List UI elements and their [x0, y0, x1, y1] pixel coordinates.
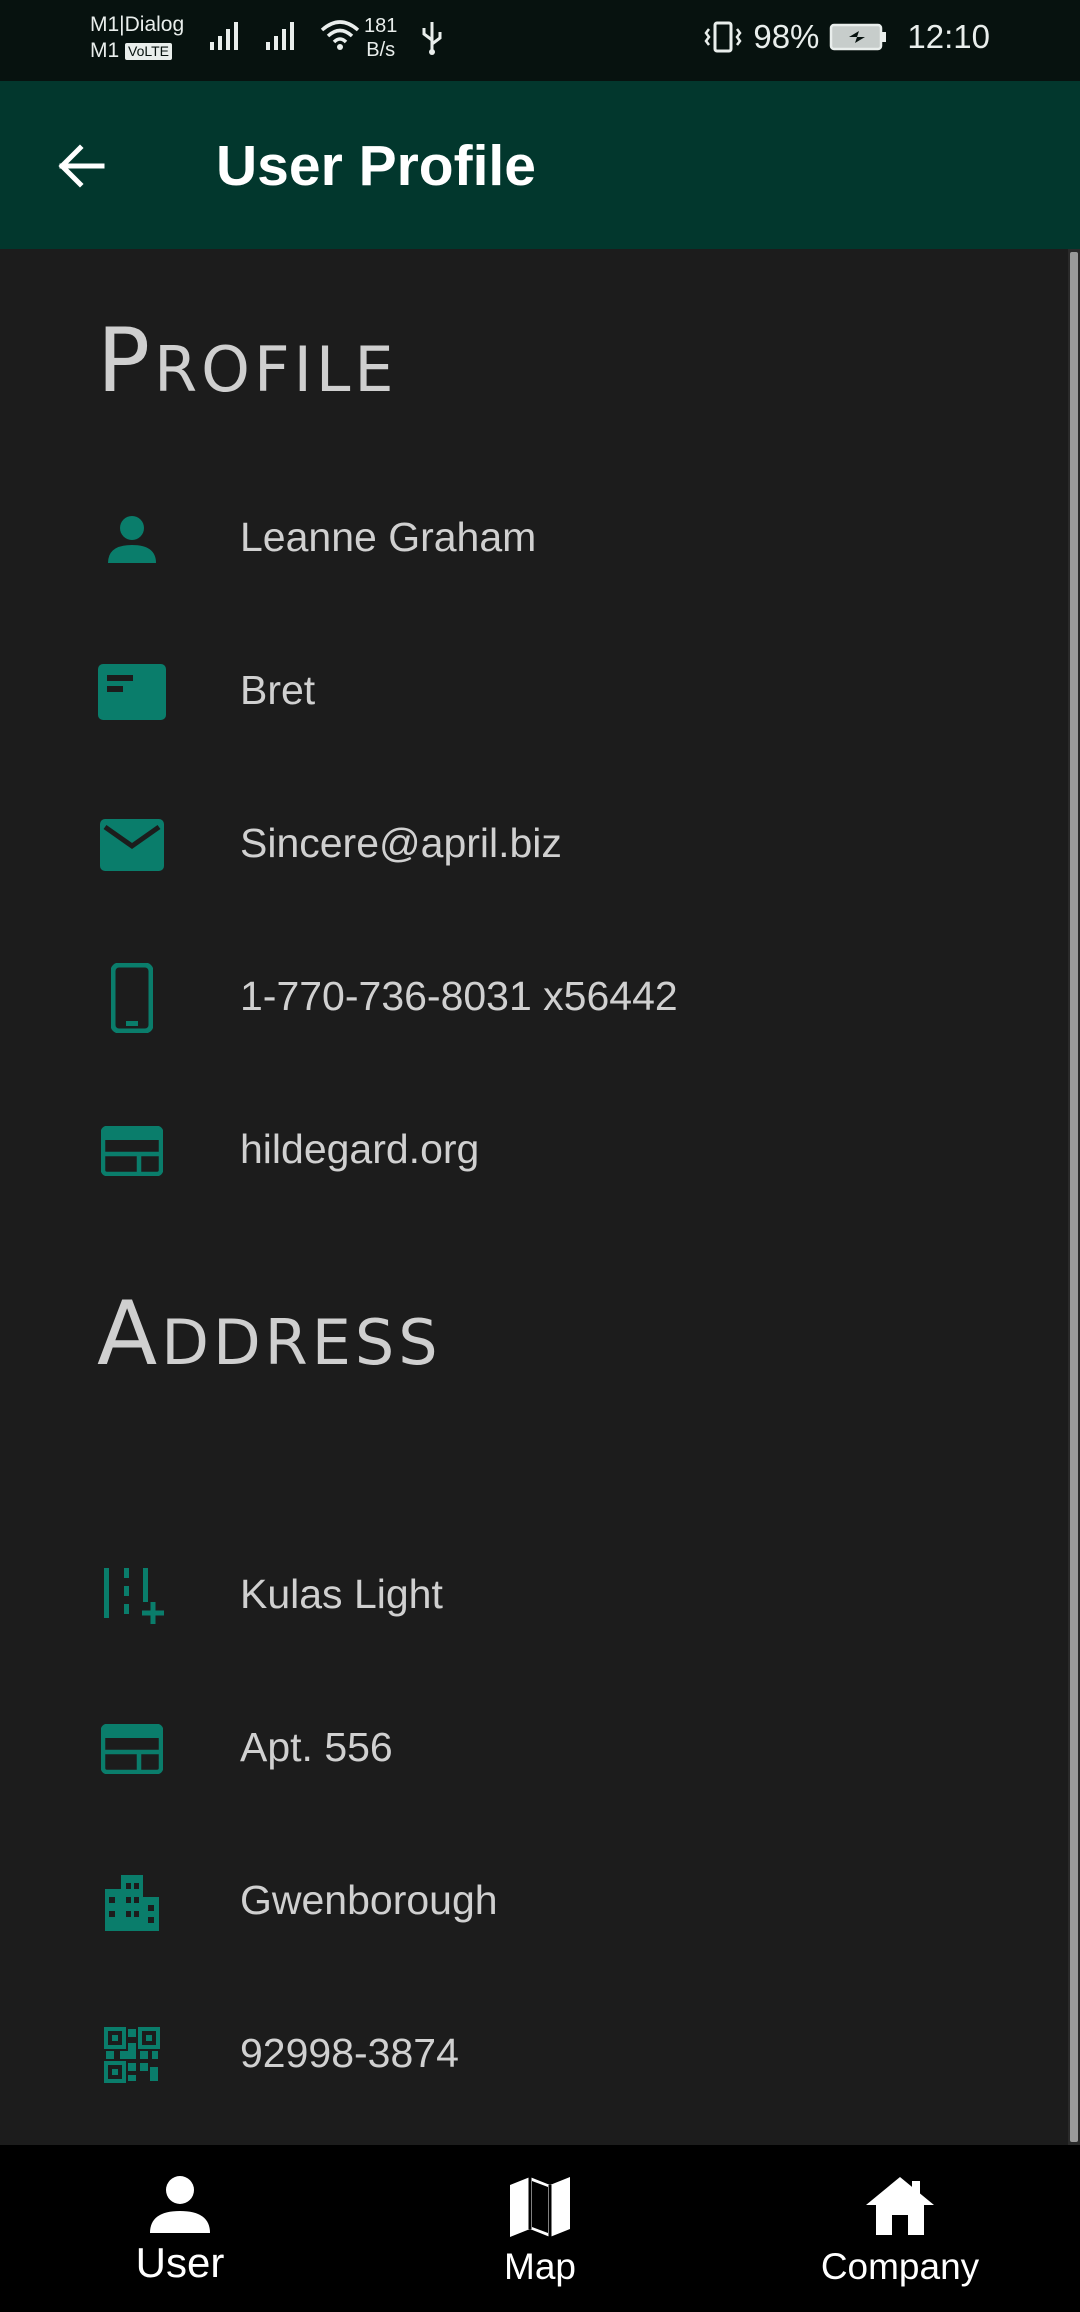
address-section-title: Address [97, 1282, 442, 1385]
suite-icon [96, 1717, 168, 1781]
wifi-icon [320, 20, 360, 50]
volte-badge: VoLTE [125, 42, 173, 60]
clock: 12:10 [907, 18, 990, 55]
address-item-city: Gwenborough [0, 1845, 1060, 1955]
nav-item-map[interactable]: Map [360, 2145, 720, 2312]
web-icon [96, 1119, 168, 1183]
profile-item-phone: 1-770-736-8031 x56442 [0, 941, 1060, 1051]
profile-content[interactable]: Profile Leanne Graham Bret Sincere@april… [0, 249, 1068, 2145]
id-card-icon [96, 660, 168, 724]
profile-item-username: Bret [0, 635, 1060, 745]
qr-code-icon [96, 2023, 168, 2087]
profile-username: Bret [240, 667, 316, 713]
vibrate-icon [704, 21, 742, 53]
carrier-2-row: M1 VoLTE [90, 38, 184, 64]
street-icon [96, 1564, 168, 1628]
profile-phone: 1-770-736-8031 x56442 [240, 973, 678, 1019]
usb-icon [422, 22, 442, 55]
company-icon [720, 2175, 1080, 2245]
nav-item-user[interactable]: User [0, 2145, 360, 2312]
page-title: User Profile [216, 134, 536, 198]
battery-icon [830, 23, 887, 51]
carrier-info: M1|Dialog M1 VoLTE [90, 12, 184, 64]
profile-section-title: Profile [97, 309, 398, 412]
profile-name: Leanne Graham [240, 514, 537, 560]
address-item-suite: Apt. 556 [0, 1692, 1060, 1802]
status-bar: M1|Dialog M1 VoLTE 181 B/s 98% 12:10 [0, 0, 1080, 81]
profile-item-email: Sincere@april.biz [0, 788, 1060, 898]
address-city: Gwenborough [240, 1877, 498, 1923]
phone-icon [96, 963, 168, 1033]
signal-1-icon [210, 22, 238, 50]
address-zipcode: 92998-3874 [240, 2030, 459, 2076]
address-item-zipcode: 92998-3874 [0, 1998, 1060, 2108]
carrier-2: M1 [90, 39, 120, 62]
signal-2-icon [266, 22, 294, 50]
nav-label-company: Company [820, 2246, 980, 2287]
app-bar: User Profile [0, 81, 1080, 249]
nav-label-user: User [135, 2239, 225, 2286]
address-item-street: Kulas Light [0, 1539, 1060, 1649]
network-speed: 181 B/s [364, 14, 397, 62]
arrow-back-icon[interactable] [56, 141, 106, 191]
carrier-1: M1|Dialog [90, 13, 185, 36]
email-icon [96, 813, 168, 877]
address-suite: Apt. 556 [240, 1724, 393, 1770]
profile-item-website: hildegard.org [0, 1094, 1060, 1204]
user-icon [0, 2175, 360, 2245]
speed-unit: B/s [366, 39, 396, 61]
profile-email: Sincere@april.biz [240, 820, 562, 866]
battery-percent: 98% [753, 18, 820, 55]
profile-website: hildegard.org [240, 1126, 480, 1172]
profile-item-name: Leanne Graham [0, 482, 1060, 592]
person-icon [96, 507, 168, 571]
signal-icons [208, 18, 360, 52]
city-icon [96, 1870, 168, 1934]
nav-label-map: Map [504, 2246, 576, 2287]
address-street: Kulas Light [240, 1571, 443, 1617]
scrollbar-thumb[interactable] [1070, 252, 1078, 2142]
bottom-navigation: User Map Company [0, 2145, 1080, 2312]
status-right: 98% 12:10 [703, 18, 990, 56]
map-icon [360, 2175, 720, 2245]
nav-item-company[interactable]: Company [720, 2145, 1080, 2312]
speed-value: 181 [364, 15, 398, 37]
